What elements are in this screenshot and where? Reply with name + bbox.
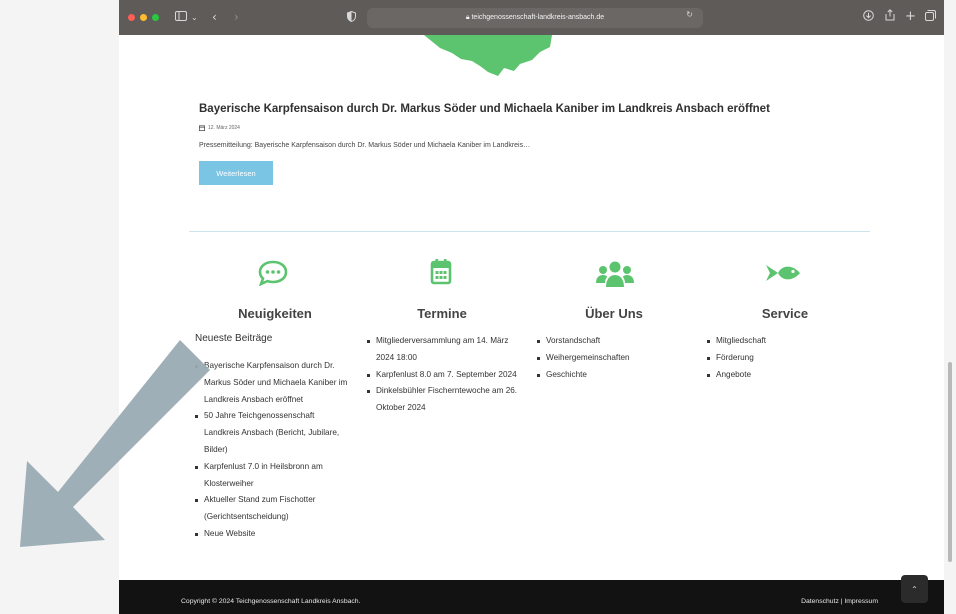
post-date-text: 12. März 2024 <box>208 125 240 131</box>
events-list: Mitgliederversammlung am 14. März 2024 1… <box>367 333 527 417</box>
copyright-text: Copyright © 2024 Teichgenossenschaft Lan… <box>181 598 361 605</box>
events-column-title: Termine <box>417 306 467 321</box>
users-icon <box>596 261 634 287</box>
calendar-icon <box>430 259 452 285</box>
page-footer: Copyright © 2024 Teichgenossenschaft Lan… <box>119 580 944 614</box>
about-column-title: Über Uns <box>585 306 643 321</box>
list-item[interactable]: Karpfenlust 8.0 am 7. September 2024 <box>367 367 527 384</box>
browser-toolbar: ⌄ ‹ › 🔒︎ teichgenossenschaft-landkreis-a… <box>119 0 944 35</box>
service-column-title: Service <box>761 306 809 321</box>
back-to-top-button[interactable]: ⌃ <box>901 575 928 603</box>
reload-icon[interactable]: ↻ <box>686 10 693 19</box>
list-item[interactable]: Angebote <box>707 367 857 384</box>
list-item[interactable]: Karpfenlust 7.0 in Heilsbronn am Kloster… <box>195 459 349 493</box>
list-item[interactable]: Geschichte <box>537 367 687 384</box>
chevron-up-icon: ⌃ <box>911 584 918 594</box>
list-item[interactable]: Aktueller Stand zum Fischotter (Gerichts… <box>195 492 349 526</box>
list-item[interactable]: Dinkelsbühler Fischerntewoche am 26. Okt… <box>367 383 527 417</box>
zoom-window-button[interactable] <box>152 14 159 21</box>
read-more-button[interactable]: Weiterlesen <box>199 161 273 185</box>
annotation-arrow-icon <box>20 340 210 547</box>
scrollbar-thumb[interactable] <box>948 362 952 562</box>
chevron-down-icon[interactable]: ⌄ <box>191 10 198 26</box>
sidebar-icon[interactable] <box>175 9 187 25</box>
list-item[interactable]: 50 Jahre Teichgenossenschaft Landkreis A… <box>195 408 349 458</box>
page-scrollbar[interactable] <box>944 0 956 614</box>
section-divider <box>189 231 870 232</box>
fish-icon <box>766 265 800 281</box>
browser-window: ⌄ ‹ › 🔒︎ teichgenossenschaft-landkreis-a… <box>119 0 944 614</box>
district-map-image <box>424 35 552 76</box>
tab-overview-icon[interactable] <box>925 9 936 25</box>
list-item[interactable]: Bayerische Karpfensaison durch Dr. Marku… <box>195 358 349 408</box>
list-item[interactable]: Förderung <box>707 350 857 367</box>
close-window-button[interactable] <box>128 14 135 21</box>
calendar-small-icon <box>199 125 205 131</box>
post-date: 12. März 2024 <box>199 125 240 131</box>
footer-links[interactable]: Datenschutz | Impressum <box>801 598 878 605</box>
download-icon[interactable] <box>863 9 874 25</box>
forward-arrow-icon[interactable]: › <box>234 9 239 25</box>
speech-bubble-icon <box>258 260 288 286</box>
back-arrow-icon[interactable]: ‹ <box>212 9 217 25</box>
address-bar[interactable]: 🔒︎ teichgenossenschaft-landkreis-ansbach… <box>367 8 703 28</box>
privacy-shield-icon[interactable] <box>347 10 356 26</box>
url-text: teichgenossenschaft-landkreis-ansbach.de <box>471 14 605 21</box>
news-column-title: Neuigkeiten <box>238 306 312 321</box>
post-excerpt: Pressemitteilung: Bayerische Karpfensais… <box>199 142 531 149</box>
news-list: Bayerische Karpfensaison durch Dr. Marku… <box>195 358 349 543</box>
address-url: 🔒︎ teichgenossenschaft-landkreis-ansbach… <box>367 8 703 28</box>
post-title[interactable]: Bayerische Karpfensaison durch Dr. Marku… <box>199 103 770 115</box>
service-list: Mitgliedschaft Förderung Angebote <box>707 333 857 383</box>
list-item[interactable]: Neue Website <box>195 526 349 543</box>
list-item[interactable]: Mitgliederversammlung am 14. März 2024 1… <box>367 333 527 367</box>
list-item[interactable]: Weihergemeinschaften <box>537 350 687 367</box>
minimize-window-button[interactable] <box>140 14 147 21</box>
about-list: Vorstandschaft Weihergemeinschaften Gesc… <box>537 333 687 383</box>
list-item[interactable]: Mitgliedschaft <box>707 333 857 350</box>
new-tab-icon[interactable]: + <box>905 9 916 25</box>
share-icon[interactable] <box>885 9 895 25</box>
list-item[interactable]: Vorstandschaft <box>537 333 687 350</box>
